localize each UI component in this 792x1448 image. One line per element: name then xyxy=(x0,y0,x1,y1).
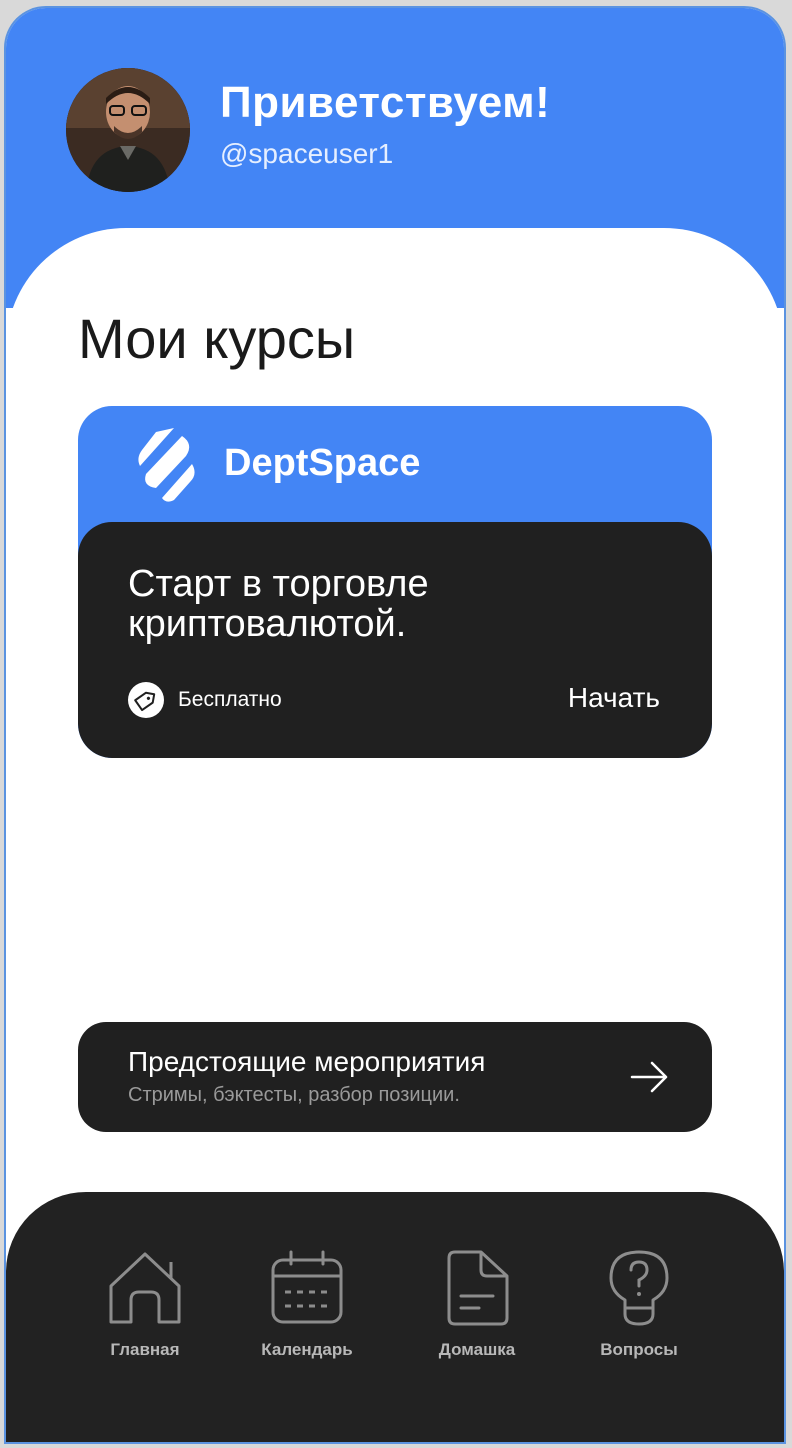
upcoming-events-card[interactable]: Предстоящие мероприятия Стримы, бэктесты… xyxy=(78,1022,712,1132)
nav-label-homework: Домашка xyxy=(438,1340,516,1359)
price-tag-icon xyxy=(128,682,164,718)
calendar-icon xyxy=(271,1250,343,1324)
course-card[interactable]: DeptSpace Старт в торговле криптовалютой… xyxy=(78,406,712,758)
course-body: Старт в торговле криптовалютой. Бесплатн… xyxy=(78,522,712,758)
lightbulb-question-icon xyxy=(609,1250,669,1326)
document-icon xyxy=(447,1250,509,1326)
nav-label-calendar: Календарь xyxy=(261,1340,353,1359)
start-course-button[interactable]: Начать xyxy=(568,682,660,714)
bottom-nav: Главная Календарь Домашка Вопросы xyxy=(6,1192,784,1442)
nav-item-questions[interactable]: Вопросы xyxy=(564,1248,714,1368)
arrow-right-icon[interactable] xyxy=(630,1060,670,1094)
deptspace-logo-icon xyxy=(138,428,195,502)
events-title: Предстоящие мероприятия xyxy=(128,1046,486,1077)
events-subtitle: Стримы, бэктесты, разбор позиции. xyxy=(128,1084,460,1106)
avatar[interactable] xyxy=(66,68,190,192)
nav-item-homework[interactable]: Домашка xyxy=(402,1248,552,1368)
brand-name: DeptSpace xyxy=(224,442,421,484)
nav-item-home[interactable]: Главная xyxy=(70,1248,220,1368)
home-icon xyxy=(109,1252,181,1324)
price-label: Бесплатно xyxy=(178,688,282,711)
app-screen: Приветствуем! @spaceuser1 Мои курсы Dept… xyxy=(6,8,784,1442)
course-title: Старт в торговле криптовалютой. xyxy=(128,563,429,645)
username: @spaceuser1 xyxy=(220,138,394,169)
nav-label-home: Главная xyxy=(110,1340,180,1359)
nav-item-calendar[interactable]: Календарь xyxy=(232,1248,382,1368)
section-title: Мои курсы xyxy=(78,307,356,370)
nav-label-questions: Вопросы xyxy=(600,1340,678,1359)
greeting-title: Приветствуем! xyxy=(220,78,551,127)
